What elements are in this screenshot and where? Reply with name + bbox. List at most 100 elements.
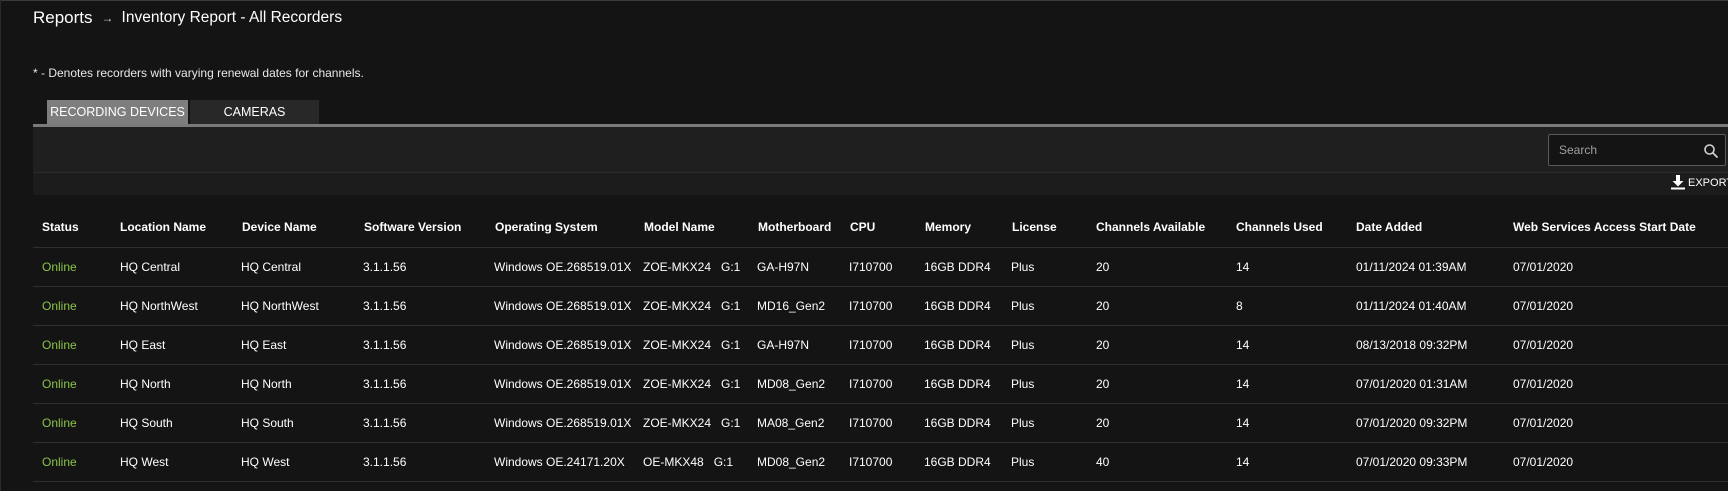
channels-used-cell: 14 [1236,455,1250,469]
date-added-cell: 07/01/2020 09:32PM [1356,416,1468,430]
export-label: EXPORT [1688,176,1728,189]
software-cell: 3.1.1.56 [363,455,407,469]
location-cell: HQ Central [120,260,181,274]
table-row[interactable]: Online HQ NorthWest HQ NorthWest 3.1.1.5… [33,287,1728,326]
column-header-channels-available[interactable]: Channels Available [1096,207,1205,247]
model-cell: ZOE-MKX24 G:1 [643,248,740,286]
export-button[interactable]: EXPORT [1671,175,1728,190]
search-box [1548,134,1726,166]
inventory-table: Status Location Name Device Name Softwar… [33,207,1728,482]
location-cell: HQ South [120,416,173,430]
column-header-date-added[interactable]: Date Added [1356,207,1422,247]
tab-cameras[interactable]: CAMERAS [190,100,319,124]
breadcrumb-root-link[interactable]: Reports [33,8,93,28]
os-cell: Windows OE.268519.01X [494,260,632,274]
column-header-model-name[interactable]: Model Name [644,207,715,247]
top-border [0,0,1728,1]
device-cell: HQ South [241,416,294,430]
motherboard-cell: MD08_Gen2 [757,377,826,391]
channels-used-cell: 14 [1236,377,1250,391]
table-row[interactable]: Online HQ East HQ East 3.1.1.56 Windows … [33,326,1728,365]
motherboard-cell: MD16_Gen2 [757,299,826,313]
ws-start-cell: 07/01/2020 [1513,416,1574,430]
status-cell: Online [42,416,77,430]
location-cell: HQ West [120,455,169,469]
channels-used-cell: 14 [1236,338,1250,352]
tab-recording-devices[interactable]: RECORDING DEVICES [47,100,188,124]
model-group: G:1 [713,455,734,469]
table-toolbar [33,127,1728,173]
software-cell: 3.1.1.56 [363,299,407,313]
license-cell: Plus [1011,455,1035,469]
model-name: OE-MKX48 [643,455,704,469]
channels-available-cell: 40 [1096,455,1110,469]
motherboard-cell: GA-H97N [757,338,810,352]
motherboard-cell: MA08_Gen2 [757,416,825,430]
memory-cell: 16GB DDR4 [924,338,991,352]
license-cell: Plus [1011,377,1035,391]
column-header-ws-access-start-date[interactable]: Web Services Access Start Date [1513,207,1696,247]
ws-start-cell: 07/01/2020 [1513,338,1574,352]
model-group: G:1 [721,377,741,391]
model-cell: OE-MKX48 G:1 [643,443,733,481]
cpu-cell: I710700 [849,416,893,430]
model-cell: ZOE-MKX24 G:1 [643,287,740,325]
status-cell: Online [42,377,77,391]
date-added-cell: 01/11/2024 01:40AM [1356,299,1467,313]
memory-cell: 16GB DDR4 [924,455,991,469]
status-cell: Online [42,299,77,313]
model-name: ZOE-MKX24 [643,299,712,313]
table-row[interactable]: Online HQ Central HQ Central 3.1.1.56 Wi… [33,248,1728,287]
column-header-device-name[interactable]: Device Name [242,207,317,247]
software-cell: 3.1.1.56 [363,416,407,430]
tab-bar: RECORDING DEVICES CAMERAS [47,100,319,124]
device-cell: HQ North [241,377,292,391]
column-header-memory[interactable]: Memory [925,207,971,247]
software-cell: 3.1.1.56 [363,377,407,391]
software-cell: 3.1.1.56 [363,260,407,274]
download-icon [1671,175,1685,190]
column-header-location-name[interactable]: Location Name [120,207,206,247]
breadcrumb: Reports → Inventory Report - All Recorde… [33,8,342,28]
channels-available-cell: 20 [1096,377,1110,391]
export-bar [33,173,1728,195]
search-icon[interactable] [1703,143,1719,159]
cpu-cell: I710700 [849,455,893,469]
table-row[interactable]: Online HQ North HQ North 3.1.1.56 Window… [33,365,1728,404]
cpu-cell: I710700 [849,299,893,313]
cpu-cell: I710700 [849,260,893,274]
column-header-operating-system[interactable]: Operating System [495,207,598,247]
breadcrumb-separator-icon: → [101,11,114,25]
search-input[interactable] [1559,142,1699,158]
ws-start-cell: 07/01/2020 [1513,377,1574,391]
device-cell: HQ East [241,338,287,352]
device-cell: HQ Central [241,260,302,274]
os-cell: Windows OE.268519.01X [494,377,632,391]
os-cell: Windows OE.268519.01X [494,338,632,352]
column-header-channels-used[interactable]: Channels Used [1236,207,1323,247]
date-added-cell: 07/01/2020 09:33PM [1356,455,1468,469]
table-header-row: Status Location Name Device Name Softwar… [33,207,1728,248]
column-header-license[interactable]: License [1012,207,1057,247]
column-header-motherboard[interactable]: Motherboard [758,207,831,247]
left-border [0,0,1,491]
date-added-cell: 07/01/2020 01:31AM [1356,377,1468,391]
cpu-cell: I710700 [849,338,893,352]
status-cell: Online [42,455,77,469]
table-row[interactable]: Online HQ South HQ South 3.1.1.56 Window… [33,404,1728,443]
motherboard-cell: GA-H97N [757,260,810,274]
model-cell: ZOE-MKX24 G:1 [643,365,740,403]
memory-cell: 16GB DDR4 [924,260,991,274]
column-header-software-version[interactable]: Software Version [364,207,461,247]
os-cell: Windows OE.268519.01X [494,416,632,430]
model-name: ZOE-MKX24 [643,416,712,430]
table-row[interactable]: Online HQ West HQ West 3.1.1.56 Windows … [33,443,1728,482]
channels-used-cell: 14 [1236,260,1250,274]
license-cell: Plus [1011,338,1035,352]
os-cell: Windows OE.268519.01X [494,299,632,313]
date-added-cell: 08/13/2018 09:32PM [1356,338,1468,352]
model-name: ZOE-MKX24 [643,377,712,391]
page-title: Inventory Report - All Recorders [121,9,343,26]
column-header-cpu[interactable]: CPU [850,207,875,247]
column-header-status[interactable]: Status [42,207,79,247]
